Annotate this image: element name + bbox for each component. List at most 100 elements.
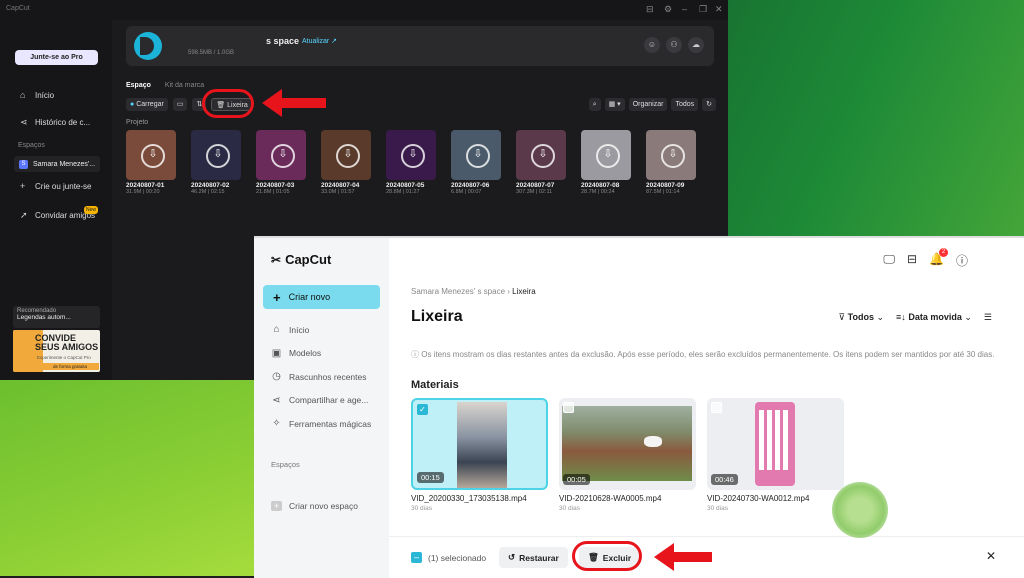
materials-grid: ✓ 00:15 VID_20200330_173035138.mp4 30 di…	[411, 398, 844, 512]
project-tile[interactable]: 20240807-0131.9M | 00:20	[126, 130, 176, 195]
create-new-space-button[interactable]: + Criar novo espaço	[271, 501, 358, 511]
project-meta: 307.3M | 02:11	[516, 189, 553, 195]
days-remaining: 30 dias	[411, 505, 432, 512]
storage-icon[interactable]: ⊟	[646, 4, 654, 15]
bell-icon[interactable]: 🔔 2	[929, 248, 948, 269]
invite-promo-banner[interactable]: CONVIDE SEUS AMIGOS Experimente o CapCut…	[13, 330, 100, 372]
grid-view-icon[interactable]: ▦ ▾	[604, 98, 625, 111]
sidebar-item-clock[interactable]: ◷ Rascunhos recentes	[271, 371, 366, 382]
duration-badge: 00:05	[563, 474, 590, 485]
project-tile[interactable]: 20240807-0321.8M | 01:05	[256, 130, 306, 195]
storage-icon[interactable]: ⊟	[907, 252, 917, 269]
project-tile[interactable]: 20240807-07307.3M | 02:11	[516, 130, 566, 195]
project-thumbnail	[321, 130, 371, 180]
project-section-label: Projeto	[126, 119, 149, 126]
storage-usage: 598.5MB / 1.0GB	[188, 50, 235, 56]
project-thumbnail	[451, 130, 501, 180]
sidebar-item-magic[interactable]: ✧ Ferramentas mágicas	[271, 418, 371, 429]
checkbox[interactable]	[711, 402, 722, 413]
capcut-logo[interactable]: ✂ CapCut	[271, 252, 331, 267]
project-tile[interactable]: 20240807-066.8M | 00:07	[451, 130, 501, 195]
video-thumbnail	[755, 402, 795, 486]
project-tile[interactable]: 20240807-0433.0M | 01:57	[321, 130, 371, 195]
project-thumbnail	[126, 130, 176, 180]
checkbox[interactable]	[563, 402, 574, 413]
project-tile[interactable]: 20240807-0987.5M | 01:14	[646, 130, 696, 195]
annotation-circle-delete	[572, 541, 642, 571]
project-meta: 28.8M | 01:27	[386, 189, 420, 195]
annotation-arrow-head	[262, 89, 282, 117]
chevron-down-icon: ⌄	[876, 312, 885, 322]
close-icon[interactable]: ✕	[715, 4, 723, 15]
plus-icon: +	[273, 289, 281, 305]
tab-space[interactable]: Espaço	[126, 82, 151, 89]
checkbox[interactable]: ✓	[417, 404, 428, 415]
file-name: VID-20210628-WA0005.mp4	[559, 494, 662, 503]
refresh-icon[interactable]: ↻	[702, 98, 716, 111]
project-name: 20240807-09	[646, 182, 685, 189]
monitor-icon[interactable]: 🖵	[883, 252, 895, 269]
project-meta: 6.8M | 00:07	[451, 189, 482, 195]
folder-icon[interactable]: ▭	[172, 98, 188, 111]
project-thumbnail	[191, 130, 241, 180]
material-card[interactable]: ✓ 00:15 VID_20200330_173035138.mp4 30 di…	[411, 398, 548, 512]
minimize-icon[interactable]: –	[682, 4, 687, 14]
project-tile[interactable]: 20240807-0246.2M | 02:15	[191, 130, 241, 195]
project-meta: 87.5M | 01:14	[646, 189, 680, 195]
capcut-logo-icon: ✂	[271, 252, 282, 267]
material-card[interactable]: 00:46 VID-20240730-WA0012.mp4 30 dias	[707, 398, 844, 512]
magic-icon: ✧	[272, 418, 281, 429]
duration-badge: 00:46	[711, 474, 738, 485]
help-icon[interactable]: ⓘ	[956, 252, 968, 269]
space-tabs: Espaço Kit da marca	[126, 82, 204, 89]
create-new-button[interactable]: + Criar novo	[263, 285, 380, 309]
restore-button[interactable]: ↺ Restaurar	[499, 547, 568, 568]
cloud-icon[interactable]: ☁	[688, 37, 704, 53]
gear-icon[interactable]: ⚙	[664, 4, 672, 15]
days-remaining: 30 dias	[559, 505, 580, 512]
project-thumbnail	[256, 130, 306, 180]
list-view-icon[interactable]: ☰	[984, 312, 992, 323]
organize-button[interactable]: Organizar	[628, 98, 668, 111]
avatar[interactable]: ☺	[644, 37, 660, 53]
dark-view-controls: ⌕ ▦ ▾ Organizar Todos ↻	[588, 98, 716, 111]
filter-bar: ⊽ Todos ⌄ ≡↓ Data movida ⌄ ☰	[839, 312, 992, 323]
web-sidebar: ✂ CapCut + Criar novo ⌂ Início ▣ Modelos ◷ Ra…	[254, 238, 389, 578]
video-thumbnail	[562, 406, 692, 481]
project-meta: 46.2M | 02:15	[191, 189, 225, 195]
select-all-checkbox[interactable]: –	[411, 552, 422, 563]
project-name: 20240807-02	[191, 182, 230, 189]
add-member-icon[interactable]: ⚇	[666, 37, 682, 53]
project-tile[interactable]: 20240807-0828.7M | 00:24	[581, 130, 631, 195]
filter-all-button[interactable]: Todos	[671, 98, 699, 111]
sort-dropdown[interactable]: ≡↓ Data movida ⌄	[896, 312, 972, 323]
upgrade-link[interactable]: Atualizar ↗	[302, 37, 337, 45]
filter-all-dropdown[interactable]: ⊽ Todos ⌄	[839, 312, 885, 323]
workspace-item[interactable]: S Samara Menezes'...	[14, 156, 100, 172]
restore-icon[interactable]: ❐	[699, 4, 707, 15]
workspace-avatar: S	[19, 159, 28, 169]
materials-heading: Materiais	[411, 379, 459, 391]
recommended-card[interactable]: Recomendado Legendas autom...	[13, 306, 100, 328]
sidebar-item-history[interactable]: ⋖ Histórico de c...	[20, 118, 90, 128]
search-icon[interactable]: ⌕	[588, 98, 601, 111]
join-pro-button[interactable]: Junte-se ao Pro	[15, 50, 98, 65]
promo-title: CONVIDE SEUS AMIGOS	[35, 333, 99, 352]
project-tile[interactable]: 20240807-0528.8M | 01:27	[386, 130, 436, 195]
sidebar-item-home[interactable]: ⌂ Início	[271, 324, 309, 335]
sidebar-item-share[interactable]: ⋖ Compartilhar e age...	[271, 395, 368, 406]
project-thumbnail	[386, 130, 436, 180]
days-remaining: 30 dias	[707, 505, 728, 512]
breadcrumb: Samara Menezes' s space › Lixeira	[411, 287, 536, 296]
create-join-button[interactable]: + Crie ou junte-se	[20, 182, 91, 192]
project-meta: 31.9M | 00:20	[126, 189, 160, 195]
material-card[interactable]: 00:05 VID-20210628-WA0005.mp4 30 dias	[559, 398, 696, 512]
upload-button[interactable]: ● Carregar	[126, 98, 168, 111]
breadcrumb-root[interactable]: Samara Menezes' s space	[411, 287, 505, 296]
tab-brand-kit[interactable]: Kit da marca	[165, 82, 204, 89]
project-meta: 33.0M | 01:57	[321, 189, 355, 195]
sort-icon: ≡↓	[896, 312, 906, 322]
sidebar-item-home[interactable]: ⌂ Início	[20, 91, 54, 101]
sidebar-item-template[interactable]: ▣ Modelos	[271, 348, 321, 359]
annotation-circle-trash	[202, 89, 254, 118]
